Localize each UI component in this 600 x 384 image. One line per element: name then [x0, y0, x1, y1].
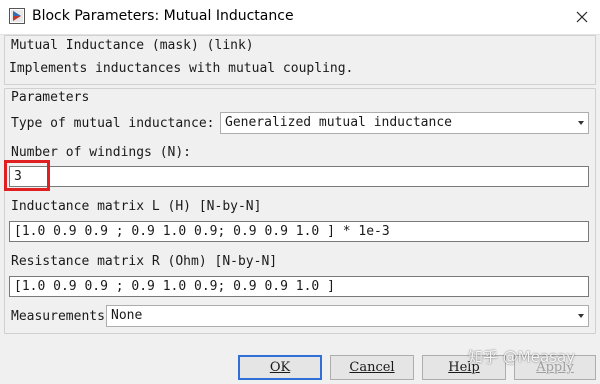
mask-description: Implements inductances with mutual coupl… — [9, 61, 354, 76]
parameters-group-label: Parameters — [11, 90, 90, 105]
chevron-down-icon — [578, 314, 584, 318]
close-icon — [576, 8, 588, 27]
window-title: Block Parameters: Mutual Inductance — [32, 8, 294, 24]
measurements-dropdown[interactable]: None — [106, 305, 589, 327]
chevron-down-icon — [578, 121, 584, 125]
ok-button[interactable]: OK — [238, 355, 322, 380]
type-of-mutual-inductance-dropdown[interactable]: Generalized mutual inductance — [220, 112, 589, 134]
title-bar: Block Parameters: Mutual Inductance — [0, 0, 600, 35]
simulink-block-icon — [9, 8, 25, 24]
close-button[interactable] — [564, 0, 600, 34]
resistance-matrix-label: Resistance matrix R (Ohm) [N-by-N] — [11, 254, 278, 269]
type-of-mutual-inductance-value: Generalized mutual inductance — [225, 115, 452, 130]
measurements-value: None — [111, 308, 143, 323]
inductance-matrix-label: Inductance matrix L (H) [N-by-N] — [11, 199, 262, 214]
measurements-label: Measurements — [11, 309, 105, 324]
ok-button-label: OK — [269, 360, 291, 375]
number-of-windings-input[interactable]: 3 — [9, 166, 589, 187]
watermark: 知乎 @Measay — [468, 348, 576, 366]
inductance-matrix-input[interactable]: [1.0 0.9 0.9 ; 0.9 1.0 0.9; 0.9 0.9 1.0 … — [9, 221, 589, 242]
cancel-button[interactable]: Cancel — [330, 355, 414, 380]
cancel-button-label: Cancel — [349, 360, 395, 375]
resistance-matrix-input[interactable]: [1.0 0.9 0.9 ; 0.9 1.0 0.9; 0.9 0.9 1.0 … — [9, 276, 589, 297]
type-of-mutual-inductance-label: Type of mutual inductance: — [11, 116, 215, 131]
number-of-windings-label: Number of windings (N): — [11, 145, 192, 160]
mask-heading: Mutual Inductance (mask) (link) — [11, 38, 254, 53]
